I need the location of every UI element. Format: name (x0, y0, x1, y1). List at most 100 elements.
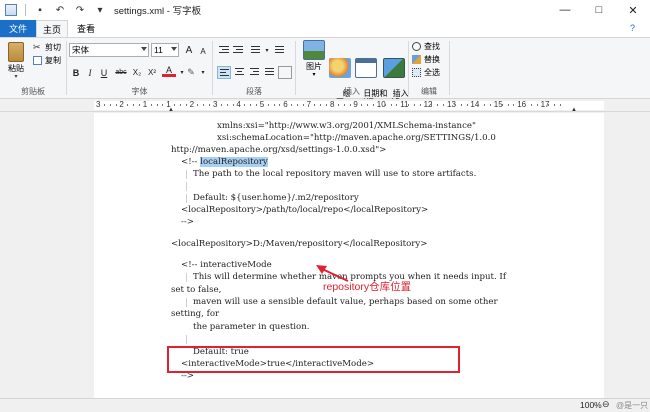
line-spacing-icon[interactable] (271, 44, 285, 57)
ruler-tick (103, 104, 105, 106)
copy-label: 复制 (45, 56, 61, 65)
minimize-button[interactable]: — (548, 0, 582, 20)
customize-quick-access-icon[interactable]: ▾ (94, 4, 106, 16)
wordpad-app-icon (5, 4, 17, 16)
help-icon[interactable]: ? (630, 23, 635, 33)
edit-group: 查找 替换 全选 编辑 (409, 38, 449, 98)
ruler-tick (209, 104, 211, 106)
ruler-tick (109, 104, 111, 106)
italic-button[interactable]: I (83, 66, 97, 79)
select-all-label: 全选 (424, 68, 440, 77)
ruler-tick (460, 104, 462, 106)
list-icon[interactable] (247, 44, 261, 57)
watermark-text: @是一只猩 (616, 401, 649, 410)
save-icon[interactable]: ▪ (34, 4, 46, 16)
ruler-tick (326, 104, 328, 106)
ruler[interactable]: 3 2 1 1 2 3 4 5 6 7 8 9 10 11 12 13 14 15 16 17 ▲ ▲ (0, 99, 650, 113)
ruler-number: 6 (283, 100, 288, 109)
superscript-button[interactable]: X² (145, 66, 159, 79)
window-title: settings.xml - 写字板 (114, 6, 202, 17)
paste-icon (8, 42, 24, 62)
ruler-tick (466, 104, 468, 106)
title-separator (25, 4, 26, 16)
ruler-tick (349, 104, 351, 106)
underline-button[interactable]: U (97, 66, 111, 79)
ruler-tick (530, 104, 532, 106)
align-left-icon[interactable] (217, 66, 231, 79)
replace-label: 替换 (424, 55, 440, 64)
subscript-button[interactable]: X₂ (130, 66, 144, 79)
copy-icon (33, 56, 42, 65)
paste-dropdown-icon[interactable]: ▾ (2, 73, 30, 82)
ruler-tick (361, 104, 363, 106)
ruler-tick (115, 104, 117, 106)
ruler-tick (431, 104, 433, 106)
strikethrough-button[interactable]: abc (113, 66, 129, 79)
cut-label: 剪切 (45, 43, 61, 52)
picture-icon (303, 40, 325, 60)
find-label: 查找 (424, 42, 440, 51)
paragraph-settings-icon[interactable] (278, 66, 292, 79)
zoom-level: 100% (580, 400, 602, 410)
ruler-tick (478, 104, 480, 106)
object-icon (383, 58, 405, 78)
replace-button[interactable]: 替换 (412, 54, 440, 65)
ruler-tick (437, 104, 439, 106)
ruler-number: 8 (330, 100, 335, 109)
ruler-number: 2 (189, 100, 195, 109)
ruler-tick (174, 104, 176, 106)
bold-button[interactable]: B (69, 66, 83, 79)
paragraph-group: ▾ 段落 (213, 38, 295, 98)
redo-icon[interactable]: ↷ (74, 4, 86, 16)
paste-button[interactable]: 粘贴 ▾ (2, 42, 30, 82)
ruler-tick (548, 104, 550, 106)
ruler-number: 3 (213, 100, 218, 109)
ruler-tick (203, 104, 205, 106)
increase-indent-icon[interactable] (231, 44, 245, 57)
ruler-tick (367, 104, 369, 106)
ruler-tick (314, 104, 316, 106)
annotation-label: repository仓库位置 (323, 281, 412, 293)
undo-icon[interactable]: ↶ (54, 4, 66, 16)
ruler-tick (250, 104, 252, 106)
ruler-number: 3 (96, 100, 101, 109)
highlight-dropdown-icon[interactable]: ▾ (196, 66, 210, 79)
ruler-tick (560, 104, 562, 106)
zoom-out-icon[interactable]: ⊖ (602, 399, 610, 410)
decrease-indent-icon[interactable] (217, 44, 231, 57)
select-all-button[interactable]: 全选 (412, 67, 440, 78)
align-center-icon[interactable] (233, 66, 247, 79)
ruler-tick (138, 104, 140, 106)
ruler-number: 4 (236, 100, 241, 109)
grow-font-button[interactable]: A (182, 44, 196, 57)
find-button[interactable]: 查找 (412, 41, 440, 52)
ruler-tick (232, 104, 234, 106)
justify-icon[interactable] (263, 66, 277, 79)
tab-file[interactable]: 文件 (0, 20, 36, 37)
font-size-select[interactable]: 11 (151, 43, 179, 57)
tab-view[interactable]: 查看 (70, 20, 102, 37)
paste-label: 粘贴 (8, 64, 24, 73)
annotation-arrow (316, 265, 349, 282)
document-area[interactable]: xmlns:xsi="http://www.w3.org/2001/XMLSch… (0, 113, 650, 398)
ruler-number: 7 (306, 100, 312, 109)
ruler-tick (226, 104, 228, 106)
ruler-tick (501, 104, 503, 106)
chevron-down-icon (141, 47, 147, 51)
font-color-button[interactable]: A (162, 65, 176, 77)
maximize-button[interactable]: □ (582, 0, 616, 20)
ruler-tick (267, 104, 269, 106)
align-right-icon[interactable] (248, 66, 262, 79)
ruler-tick (536, 104, 538, 106)
tab-home[interactable]: 主页 (36, 20, 68, 37)
ruler-tick (419, 104, 421, 106)
close-button[interactable]: ✕ (616, 0, 650, 20)
copy-button[interactable]: 复制 (33, 55, 61, 66)
ruler-tick (127, 104, 129, 106)
shrink-font-button[interactable]: A (196, 45, 210, 58)
font-size-value: 11 (154, 45, 163, 55)
edit-group-label: 编辑 (421, 87, 437, 96)
cut-button[interactable]: ✂ 剪切 (33, 42, 61, 53)
font-family-select[interactable]: 宋体 (69, 43, 149, 57)
insert-picture-label: 图片 (306, 62, 322, 71)
